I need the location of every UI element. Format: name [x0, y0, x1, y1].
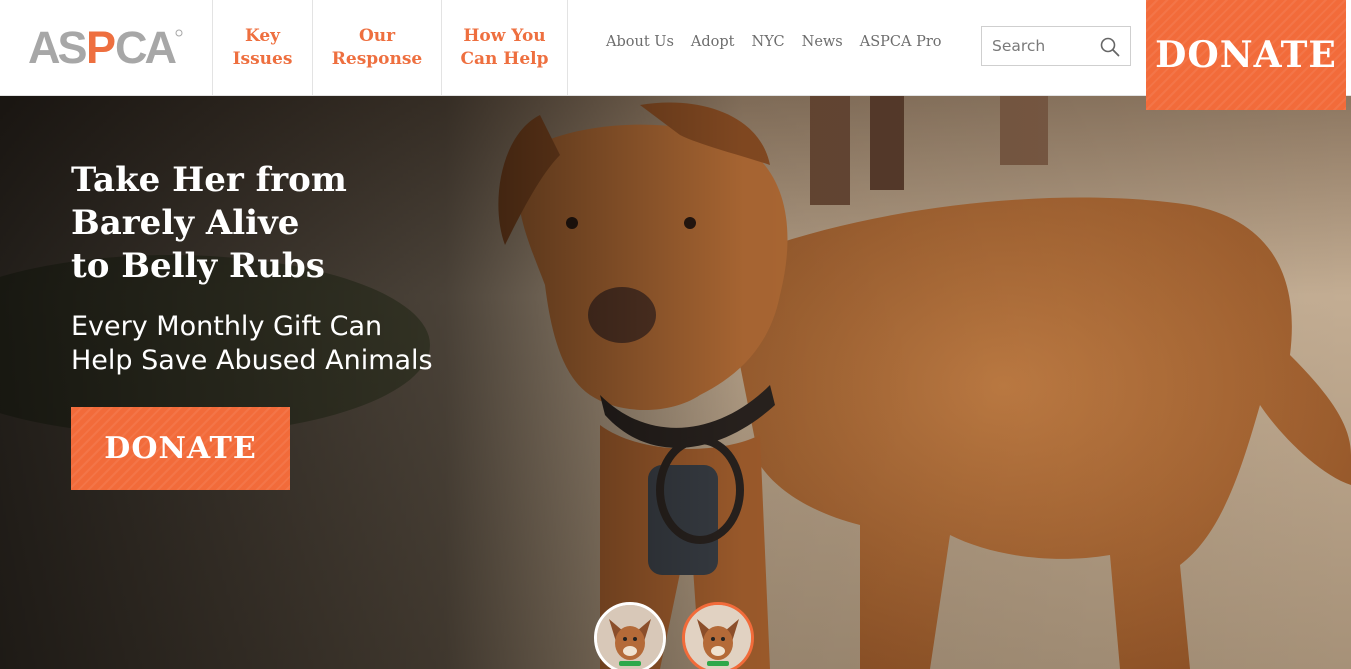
hero-donate-button[interactable]: DONATE [71, 407, 290, 490]
svg-text:AS: AS [28, 25, 86, 71]
nav-how-you-can-help[interactable]: How You Can Help [441, 0, 568, 95]
hero-title: Take Her from Barely Alive to Belly Rubs [71, 160, 347, 286]
nav-our-response[interactable]: Our Response [312, 0, 441, 95]
util-link-adopt[interactable]: Adopt [691, 34, 735, 50]
puppy-thumbnail-image [597, 605, 663, 669]
puppy-thumbnail-image-2 [685, 605, 751, 669]
util-link-nyc[interactable]: NYC [752, 34, 785, 50]
nav-key-issues[interactable]: Key Issues [212, 0, 312, 95]
hero-text: Take Her from Barely Alive to Belly Rubs… [71, 159, 433, 378]
nav-how-you-can-help-label: How You Can Help [460, 25, 549, 69]
search-input[interactable] [982, 27, 1102, 65]
header-donate-button[interactable]: DONATE [1146, 0, 1346, 110]
search-box [981, 26, 1131, 66]
main-nav: Key Issues Our Response How You Can Help [212, 0, 568, 95]
util-link-aspca-pro[interactable]: ASPCA Pro [860, 34, 942, 50]
carousel-thumb-2[interactable] [682, 602, 754, 669]
aspca-logo[interactable]: AS P CA [0, 0, 212, 95]
nav-our-response-label: Our Response [331, 25, 423, 69]
svg-text:P: P [86, 25, 116, 71]
carousel-thumbnails [594, 602, 754, 669]
hero-banner: Take Her from Barely Alive to Belly Rubs… [0, 95, 1351, 669]
search-icon[interactable] [1100, 37, 1120, 57]
carousel-thumb-1[interactable] [594, 602, 666, 669]
utility-nav: About Us Adopt NYC News ASPCA Pro [606, 34, 942, 50]
util-link-news[interactable]: News [802, 34, 843, 50]
nav-key-issues-label: Key Issues [232, 25, 293, 69]
logo-mark: AS P CA [28, 25, 183, 71]
util-link-about-us[interactable]: About Us [606, 34, 674, 50]
hero-subtitle: Every Monthly Gift Can Help Save Abused … [71, 311, 433, 376]
svg-text:CA: CA [115, 25, 176, 71]
